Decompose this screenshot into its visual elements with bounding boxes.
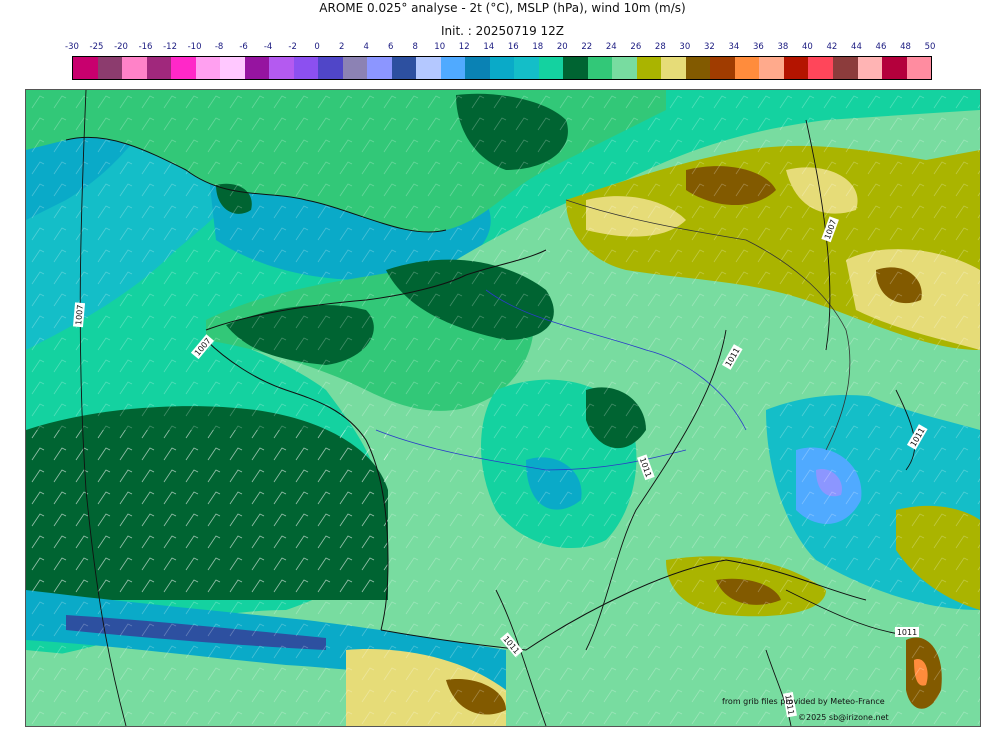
colorbar-swatch — [171, 57, 196, 79]
colorbar-tick-label: -4 — [263, 42, 273, 52]
colorbar-swatch — [612, 57, 637, 79]
colorbar-swatch — [195, 57, 221, 79]
colorbar-tick-label: 50 — [924, 42, 936, 52]
colorbar-tick-label: 4 — [363, 42, 369, 52]
colorbar-swatch — [587, 57, 613, 79]
colorbar-swatch — [465, 57, 490, 79]
colorbar-tick-label: -10 — [187, 42, 202, 52]
colorbar-swatch — [367, 57, 392, 79]
colorbar-swatch — [146, 57, 172, 79]
colorbar-tick-label: 10 — [434, 42, 446, 52]
isobar-label: 1007 — [74, 304, 85, 325]
data-source-credit: from grib files provided by Meteo-France — [722, 697, 885, 706]
colorbar-tick-label: -12 — [163, 42, 177, 52]
colorbar-swatch — [293, 57, 319, 79]
colorbar-tick-label: 16 — [507, 42, 519, 52]
colorbar-tick-label: 34 — [728, 42, 740, 52]
colorbar-swatch — [220, 57, 245, 79]
colorbar-swatch — [882, 57, 907, 79]
colorbar-swatch — [97, 57, 123, 79]
colorbar-tick-label: -8 — [214, 42, 224, 52]
map-canvas: 1007 1007 1007 1011 1011 1011 1011 1011 … — [26, 90, 980, 726]
colorbar-swatch — [489, 57, 515, 79]
colorbar-tick-label: 28 — [654, 42, 666, 52]
weather-map[interactable]: 1007 1007 1007 1011 1011 1011 1011 1011 … — [25, 89, 981, 727]
colorbar-swatch — [416, 57, 441, 79]
colorbar-tick-label: 30 — [679, 42, 691, 52]
colorbar-tick-label: 14 — [483, 42, 495, 52]
isobar-label: 1011 — [897, 628, 917, 637]
colorbar-swatch — [808, 57, 833, 79]
colorbar-tick-label: 48 — [900, 42, 911, 52]
colorbar-tick-label: 32 — [703, 42, 715, 52]
colorbar-tick-label: 36 — [752, 42, 764, 52]
colorbar-swatch — [759, 57, 784, 79]
colorbar-swatch — [857, 57, 883, 79]
colorbar-tick-label: 42 — [826, 42, 838, 52]
colorbar-swatch — [318, 57, 343, 79]
temperature-colorbar — [72, 56, 932, 80]
colorbar-tick-label: 20 — [556, 42, 568, 52]
colorbar-tick-labels: -30 -25 -20 -16 -12 -10 -8 -6 -4 -2 0 2 4 6 8 10 12 14 16 1… — [65, 42, 935, 54]
colorbar-swatch — [563, 57, 588, 79]
colorbar-swatch — [73, 57, 98, 79]
colorbar-tick-label: 38 — [777, 42, 789, 52]
wind-barbs-overlay — [26, 90, 980, 726]
colorbar-tick-label: 8 — [412, 42, 418, 52]
colorbar-tick-label: -30 — [65, 42, 79, 52]
colorbar-swatch — [244, 57, 270, 79]
colorbar-tick-label: 44 — [851, 42, 862, 52]
colorbar-tick-label: 46 — [875, 42, 887, 52]
colorbar-tick-label: -25 — [89, 42, 104, 52]
colorbar-swatch — [538, 57, 564, 79]
colorbar-swatch — [710, 57, 735, 79]
map-title: AROME 0.025° analyse - 2t (°C), MSLP (hP… — [319, 1, 686, 15]
colorbar-tick-label: 40 — [802, 42, 813, 52]
colorbar-tick-label: 6 — [387, 42, 394, 52]
colorbar-swatch — [734, 57, 760, 79]
colorbar-swatch — [122, 57, 147, 79]
colorbar-swatch — [832, 57, 858, 79]
colorbar-swatch — [391, 57, 417, 79]
colorbar-swatch — [269, 57, 294, 79]
init-time: Init. : 20250719 12Z — [440, 24, 565, 38]
colorbar-swatch — [342, 57, 368, 79]
colorbar-tick-label: 24 — [605, 42, 617, 52]
colorbar-swatch — [661, 57, 686, 79]
colorbar-tick-label: 0 — [314, 42, 320, 52]
colorbar-swatch — [906, 57, 932, 79]
colorbar-swatch — [685, 57, 711, 79]
colorbar-tick-label: 18 — [532, 42, 544, 52]
colorbar-tick-label: -20 — [114, 42, 128, 52]
colorbar-tick-label: 26 — [630, 42, 642, 52]
colorbar-tick-label: -6 — [239, 42, 248, 52]
colorbar-swatch — [440, 57, 466, 79]
colorbar-tick-label: -2 — [288, 42, 297, 52]
colorbar-swatch — [783, 57, 809, 79]
copyright-credit: ©2025 sb@irizone.net — [798, 713, 889, 722]
colorbar-swatch — [636, 57, 662, 79]
colorbar-swatch — [514, 57, 539, 79]
colorbar-tick-label: -16 — [138, 42, 153, 52]
colorbar-tick-label: 22 — [581, 42, 593, 52]
colorbar-tick-label: 2 — [338, 42, 345, 52]
colorbar-tick-label: 12 — [458, 42, 470, 52]
